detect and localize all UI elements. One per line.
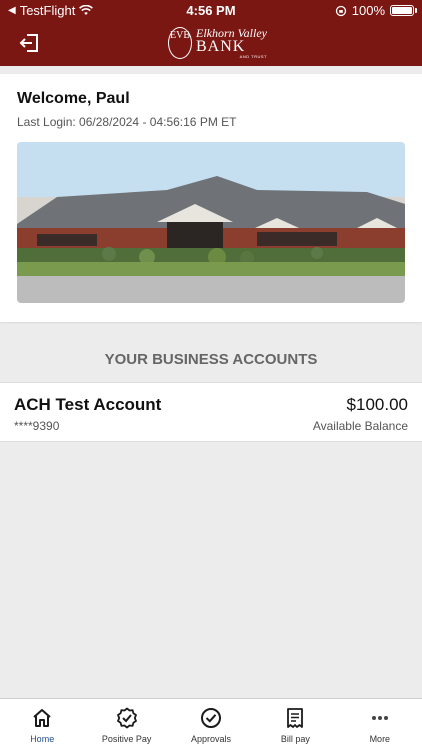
account-row[interactable]: ACH Test Account ****9390 $100.00 Availa…	[0, 382, 422, 442]
account-number: ****9390	[14, 419, 60, 433]
tab-positive-pay-label: Positive Pay	[101, 734, 152, 744]
more-icon	[371, 716, 388, 720]
accounts-section-heading: YOUR BUSINESS ACCOUNTS	[104, 351, 318, 368]
check-circle-icon	[201, 708, 222, 728]
home-icon	[33, 709, 51, 727]
tab-approvals[interactable]: Approvals	[169, 699, 253, 750]
tab-positive-pay[interactable]: Positive Pay	[84, 699, 168, 750]
badge-check-icon	[116, 707, 137, 729]
battery-percent: 100%	[351, 3, 385, 18]
logo-trust: AND TRUST	[239, 54, 267, 59]
account-name: ACH Test Account	[14, 395, 162, 414]
logo-text: Elkhorn Valley BANK AND TRUST	[196, 27, 267, 59]
orientation-lock-icon	[335, 5, 346, 16]
tab-more-label: More	[369, 734, 391, 744]
tab-approvals-label: Approvals	[191, 734, 232, 744]
logout-icon[interactable]	[18, 32, 40, 54]
receipt-icon	[287, 708, 304, 728]
status-bar: ◀ TestFlight 4:56 PM 100%	[0, 0, 422, 22]
tab-bill-pay[interactable]: Bill pay	[253, 699, 337, 750]
welcome-card: Welcome, Paul Last Login: 06/28/2024 - 0…	[0, 74, 422, 322]
battery-icon	[390, 5, 417, 16]
status-right: 100%	[335, 3, 417, 18]
logo-bank: BANK	[196, 38, 246, 55]
app-header: ◀ TestFlight 4:56 PM 100% EVB Elkhorn Va…	[0, 0, 422, 66]
account-balance: $100.00	[346, 395, 408, 414]
last-login-text: Last Login: 06/28/2024 - 04:56:16 PM ET	[17, 115, 237, 129]
logo-monogram: EVB	[168, 27, 192, 59]
bank-building-image	[17, 142, 405, 303]
tab-home-label: Home	[30, 734, 55, 744]
balance-label: Available Balance	[312, 419, 408, 433]
welcome-title: Welcome, Paul	[17, 90, 130, 107]
bank-logo: EVB Elkhorn Valley BANK AND TRUST	[168, 26, 267, 60]
tab-bar: Home Positive Pay Approvals Bill pay Mor…	[0, 698, 422, 750]
tab-home[interactable]: Home	[0, 699, 84, 750]
tab-more[interactable]: More	[338, 699, 422, 750]
tab-bill-pay-label: Bill pay	[280, 734, 310, 744]
